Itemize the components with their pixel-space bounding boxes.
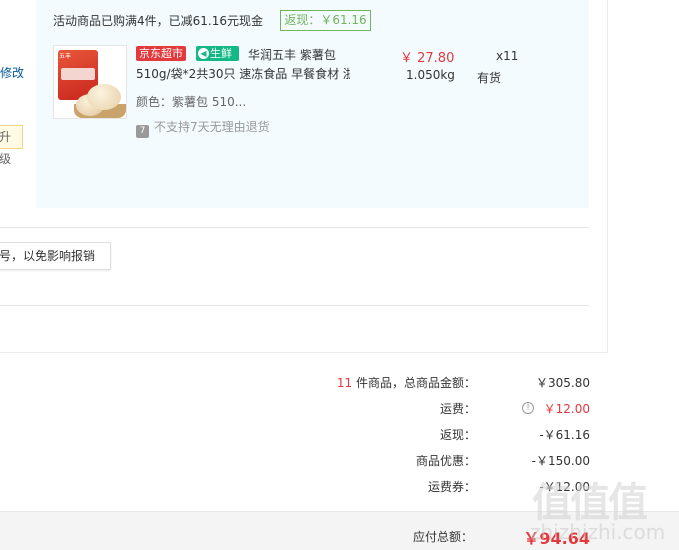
stock-status: 有货 (477, 71, 502, 85)
discount-value: -￥150.00 (531, 454, 590, 468)
rebate-badge: 返现：￥61.16 (280, 10, 371, 31)
rebate-label: 返现： (439, 428, 476, 442)
jd-supermarket-tag: 京东超市 (136, 46, 186, 61)
shipping-value: ￥12.00 (543, 402, 590, 416)
fish-icon: ◀ (198, 48, 209, 59)
product-name[interactable]: 华润五丰 紫薯包 (248, 46, 336, 63)
items-total-value: ￥305.80 (536, 376, 590, 390)
items-label: 件商品，总商品金额： (352, 376, 476, 390)
product-quantity: x11 (496, 49, 519, 63)
color-value: 紫薯包 510... (172, 95, 247, 109)
item-count: 11 (336, 376, 353, 390)
fresh-tag-label: 生鲜 (210, 47, 232, 60)
divider (0, 227, 589, 228)
promo-text: 活动商品已购满4件，已减61.16元现金 (53, 14, 263, 28)
invoice-tip: 号，以免影响报销 (0, 242, 111, 270)
return-policy: 7 不支持7天无理由退货 (136, 118, 270, 138)
edit-link[interactable]: 修改 (0, 64, 24, 81)
divider (0, 305, 589, 306)
product-image[interactable]: 五丰 (53, 45, 127, 119)
shipping-coupon-label: 运费券： (427, 480, 476, 494)
rebate-value: -￥61.16 (539, 428, 590, 442)
upgrade-tip: 升级 (0, 125, 23, 166)
fresh-tag: ◀ 生鲜 (196, 46, 239, 61)
shipping-label: 运费： (439, 402, 476, 416)
discount-label: 商品优惠： (415, 454, 476, 468)
items-total-label: 11 件商品，总商品金额： (337, 374, 476, 391)
return-policy-text: 不支持7天无理由退货 (154, 120, 270, 134)
bun-graphic (87, 84, 121, 110)
info-icon[interactable]: ! (522, 402, 534, 414)
product-weight: 1.050kg (406, 68, 455, 82)
product-bag-label (61, 68, 95, 80)
no-return-icon: 7 (136, 125, 149, 138)
product-price: ￥ 27.80 (400, 51, 455, 66)
watermark-url: zhizhizhi.com (530, 520, 666, 544)
total-label: 应付总额： (412, 530, 473, 544)
product-color: 颜色：紫薯包 510... (136, 93, 246, 110)
product-name-continued[interactable]: 510g/袋*2共30只 速冻食品 早餐食材 浙 (136, 65, 350, 82)
product-image-brand: 五丰 (59, 53, 72, 60)
color-label: 颜色： (136, 95, 173, 109)
